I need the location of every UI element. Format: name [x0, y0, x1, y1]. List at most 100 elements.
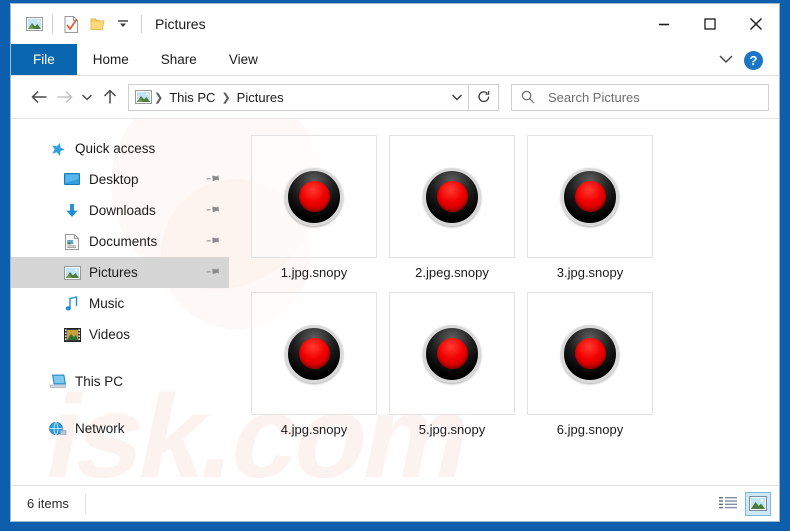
sidebar-item-label: Quick access — [75, 141, 156, 156]
file-thumbnail[interactable] — [251, 135, 377, 258]
sidebar-item-label: Pictures — [89, 265, 138, 280]
pin-icon[interactable] — [204, 263, 223, 282]
close-button[interactable] — [733, 4, 779, 44]
file-item[interactable]: 6.jpg.snopy — [527, 292, 653, 437]
file-thumbnail[interactable] — [389, 135, 515, 258]
title-bar: Pictures — [11, 4, 779, 44]
sidebar-item-label: Network — [75, 421, 125, 436]
breadcrumb-this-pc[interactable]: This PC — [165, 90, 219, 105]
network-icon — [49, 420, 67, 438]
file-name: 4.jpg.snopy — [280, 422, 348, 437]
pin-icon[interactable] — [204, 232, 223, 251]
tab-file[interactable]: File — [11, 44, 77, 75]
tab-share[interactable]: Share — [145, 44, 213, 75]
pin-icon[interactable] — [204, 201, 223, 220]
file-name: 5.jpg.snopy — [418, 422, 486, 437]
ribbon-right-controls: ? — [718, 44, 773, 76]
tab-view[interactable]: View — [213, 44, 274, 75]
details-view-button[interactable] — [715, 492, 741, 516]
window-controls — [641, 4, 779, 44]
navigation-sidebar: Quick access Desktop Downloads Documents… — [11, 119, 229, 485]
sidebar-item-label: Music — [89, 296, 125, 311]
minimize-button[interactable] — [641, 4, 687, 44]
sidebar-item-label: Videos — [89, 327, 131, 342]
breadcrumb-separator-2[interactable]: ❯ — [219, 91, 232, 104]
explorer-content: isk.com Quick access Desktop Downloads D… — [11, 119, 779, 485]
picture-icon — [21, 12, 47, 36]
view-mode-buttons — [715, 491, 771, 516]
video-icon — [63, 326, 81, 344]
folder-icon[interactable] — [84, 12, 110, 36]
file-thumbnail[interactable] — [389, 292, 515, 415]
download-icon — [63, 202, 81, 220]
file-item[interactable]: 3.jpg.snopy — [527, 135, 653, 280]
snopy-ransomware-icon — [423, 324, 481, 383]
refresh-button[interactable] — [469, 83, 499, 111]
forward-button[interactable] — [52, 84, 77, 110]
music-note-icon — [63, 295, 81, 313]
qat-dropdown-arrow-icon[interactable] — [110, 12, 136, 36]
breadcrumb-separator-1[interactable]: ❯ — [152, 91, 165, 104]
large-icons-view-button[interactable] — [745, 491, 771, 516]
sidebar-item-label: Desktop — [89, 172, 139, 187]
file-name: 2.jpeg.snopy — [415, 265, 489, 280]
snopy-icon-core — [574, 181, 606, 212]
sidebar-item-desktop[interactable]: Desktop — [11, 164, 229, 195]
snopy-icon-core — [436, 181, 468, 212]
help-button[interactable]: ? — [744, 50, 763, 70]
file-grid: 1.jpg.snopy 2.jpeg.snopy 3.jpg.snopy 4.j… — [251, 135, 779, 449]
item-count-label: 6 items — [27, 496, 69, 511]
up-button[interactable] — [97, 84, 122, 110]
snopy-ransomware-icon — [561, 324, 619, 383]
file-item[interactable]: 4.jpg.snopy — [251, 292, 377, 437]
breadcrumb: ❯ This PC ❯ Pictures — [135, 90, 446, 105]
status-divider — [84, 493, 86, 514]
breadcrumb-pictures[interactable]: Pictures — [233, 90, 288, 105]
sidebar-item-label: Downloads — [89, 203, 156, 218]
ribbon-tab-bar: File Home Share View ? — [11, 44, 779, 76]
pin-icon[interactable] — [204, 170, 223, 189]
back-button[interactable] — [27, 84, 52, 110]
quick-access-toolbar: Pictures — [11, 12, 206, 36]
sidebar-item-videos[interactable]: Videos — [11, 319, 229, 350]
sidebar-item-pictures[interactable]: Pictures — [11, 257, 229, 288]
sidebar-item-network[interactable]: Network — [11, 413, 229, 444]
sidebar-item-this-pc[interactable]: This PC — [11, 366, 229, 397]
snopy-ransomware-icon — [285, 324, 343, 383]
file-name: 3.jpg.snopy — [556, 265, 624, 280]
file-item[interactable]: 5.jpg.snopy — [389, 292, 515, 437]
breadcrumb-picture-icon[interactable] — [135, 90, 152, 104]
address-dropdown-chevron-down-icon[interactable] — [446, 85, 468, 110]
status-bar: 6 items — [11, 485, 779, 521]
sidebar-item-quick-access[interactable]: Quick access — [11, 133, 229, 164]
file-item[interactable]: 1.jpg.snopy — [251, 135, 377, 280]
window-title: Pictures — [155, 16, 206, 32]
picture-icon — [63, 264, 81, 282]
file-thumbnail[interactable] — [527, 292, 653, 415]
checkmark-document-icon[interactable] — [58, 12, 84, 36]
document-icon — [63, 233, 81, 251]
file-thumbnail[interactable] — [251, 292, 377, 415]
file-list-pane[interactable]: 1.jpg.snopy 2.jpeg.snopy 3.jpg.snopy 4.j… — [229, 119, 779, 485]
search-placeholder: Search Pictures — [548, 89, 640, 105]
file-item[interactable]: 2.jpeg.snopy — [389, 135, 515, 280]
sidebar-item-label: Documents — [89, 234, 158, 249]
snopy-ransomware-icon — [561, 167, 619, 226]
tab-home[interactable]: Home — [77, 44, 145, 75]
file-name: 1.jpg.snopy — [280, 265, 348, 280]
sidebar-item-downloads[interactable]: Downloads — [11, 195, 229, 226]
ribbon-collapse-chevron-down-icon[interactable] — [718, 51, 734, 69]
snopy-icon-core — [574, 338, 606, 369]
address-path-field[interactable]: ❯ This PC ❯ Pictures — [128, 83, 469, 111]
sidebar-item-documents[interactable]: Documents — [11, 226, 229, 257]
file-thumbnail[interactable] — [527, 135, 653, 258]
snopy-icon-core — [298, 181, 330, 212]
sidebar-item-music[interactable]: Music — [11, 288, 229, 319]
search-icon — [521, 90, 535, 104]
search-input[interactable]: Search Pictures — [511, 83, 769, 111]
maximize-button[interactable] — [687, 4, 733, 44]
star-icon — [49, 140, 67, 158]
recent-locations-button[interactable] — [77, 84, 97, 110]
